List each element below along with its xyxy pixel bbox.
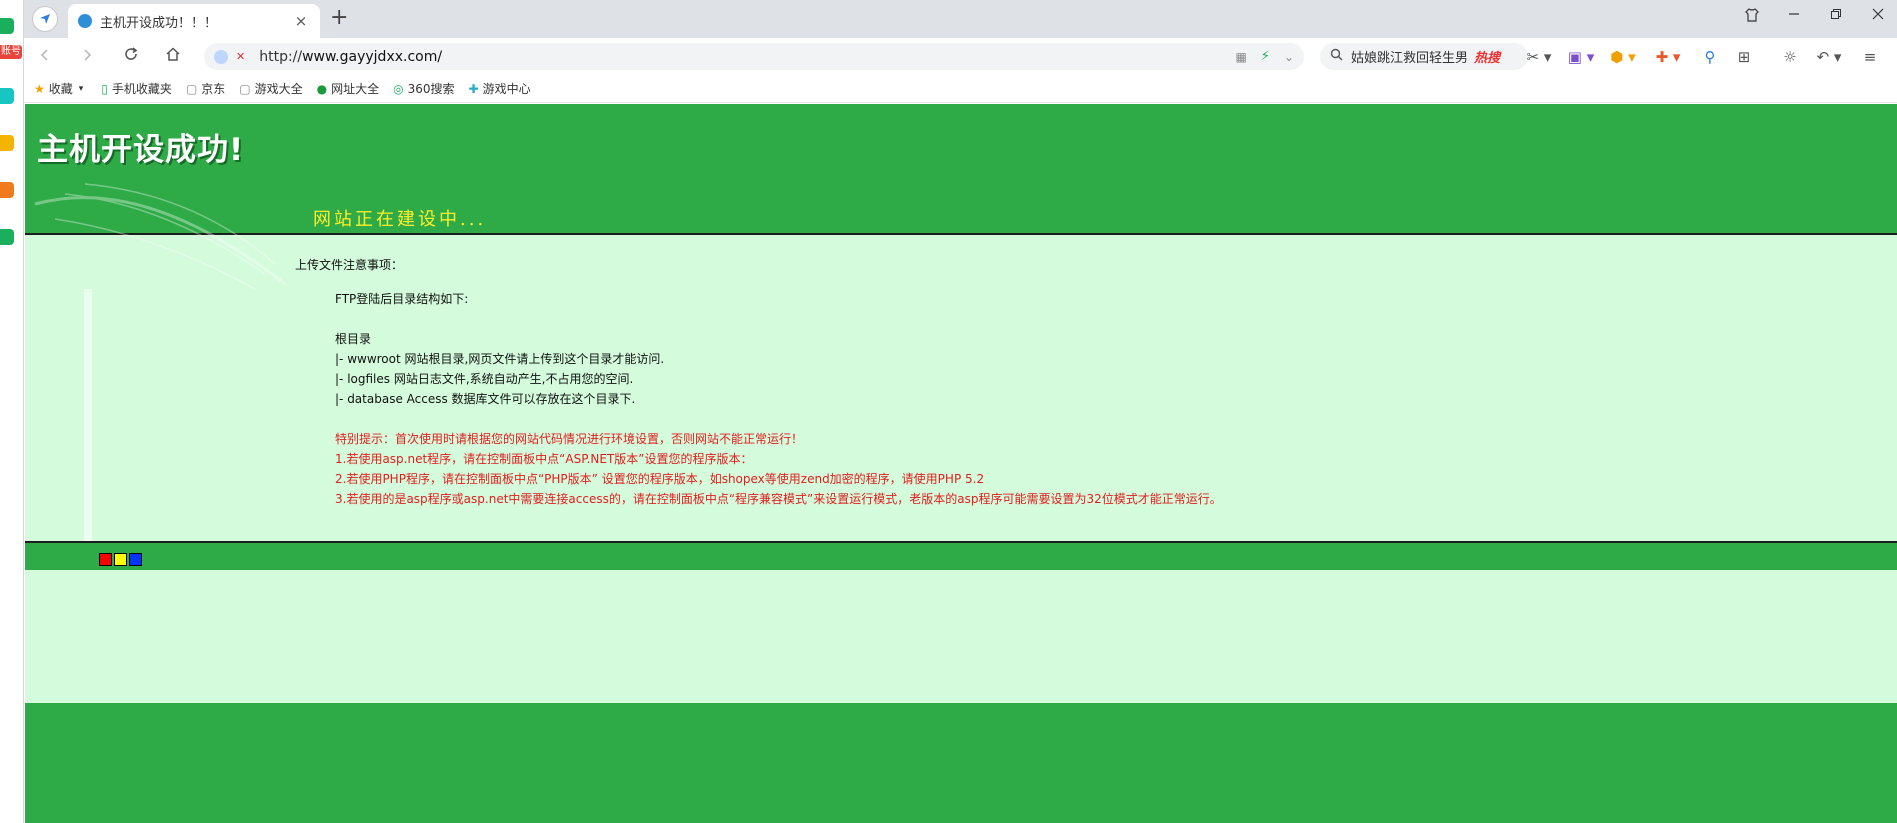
bookmark-label: 游戏大全 — [254, 82, 303, 96]
bookmarks-bar: ★ 收藏 ▾ ▯ 手机收藏夹 ▢ 京东 ▢ 游戏大全 ● 网址大全 ◎ 360搜… — [24, 75, 1897, 103]
search-input[interactable]: 姑娘跳江救回轻生男 热搜 — [1320, 43, 1528, 70]
globe-icon: ● — [316, 81, 328, 96]
yellow-square — [114, 553, 127, 566]
ftp-intro: FTP登陆后目录结构如下: — [335, 292, 469, 306]
favorites-star-icon[interactable] — [0, 135, 14, 151]
apps-grid-icon[interactable]: ⊞ — [1734, 46, 1754, 68]
restore-icon[interactable] — [1826, 8, 1846, 24]
plus-app-icon[interactable] — [0, 88, 14, 104]
game-icon[interactable]: ✚ ▾ — [1652, 46, 1684, 68]
bookmark-item[interactable]: ★ 收藏 ▾ — [34, 80, 87, 97]
qr-code-icon[interactable]: ▦ — [1235, 50, 1246, 64]
page-icon: ▢ — [185, 81, 198, 96]
bookmark-label: 网址大全 — [331, 82, 380, 96]
dir-line: |- logfiles 网站日志文件,系统自动产生,不占用您的空间. — [335, 372, 634, 386]
tip-line: 1.若使用asp.net程序，请在控制面板中点“ASP.NET版本”设置您的程序… — [335, 452, 753, 466]
navigation-icon[interactable] — [32, 6, 58, 32]
speed-mode-icon[interactable]: ⚡ — [1261, 49, 1270, 64]
search-query: 姑娘跳江救回轻生男 — [1351, 51, 1469, 66]
feather-decoration — [34, 183, 286, 290]
address-bar[interactable]: ✕ http://www.gayyjdxx.com/ ▦ ⚡ ⌄ — [204, 43, 1304, 70]
gamepad-icon: ✚ — [468, 81, 479, 96]
tip-line: 3.若使用的是asp程序或asp.net中需要连接access的，请在控制面板中… — [335, 492, 1222, 506]
forward-icon[interactable] — [76, 46, 98, 68]
tab-title: 主机开设成功！！！ — [100, 15, 218, 31]
notice-title: 上传文件注意事项： — [295, 258, 404, 272]
decorative-bar — [84, 289, 92, 570]
chevron-down-icon[interactable]: ⌄ — [1284, 50, 1294, 64]
search-360-icon: ◎ — [393, 81, 404, 96]
hot-search-badge: 热搜 — [1474, 51, 1501, 66]
browser-toolbar: ✕ http://www.gayyjdxx.com/ ▦ ⚡ ⌄ 姑娘跳江救回轻… — [24, 38, 1897, 75]
url-field[interactable]: http://www.gayyjdxx.com/ — [259, 49, 1221, 65]
bookmark-item[interactable]: ◎ 360搜索 — [393, 80, 454, 97]
reload-icon[interactable] — [120, 46, 142, 68]
tab-active[interactable]: 主机开设成功！！！ × — [68, 4, 320, 38]
bookmark-item[interactable]: ▯ 手机收藏夹 — [101, 80, 172, 97]
site-info-icon[interactable] — [214, 49, 228, 64]
sidebar-rail: 账号 — [0, 0, 24, 823]
shirt-skin-icon[interactable] — [1742, 8, 1762, 26]
page-footer — [25, 541, 1897, 570]
screenshot-cut-icon[interactable]: ✂ ▾ — [1524, 46, 1554, 68]
brightness-icon[interactable]: ☼ — [1780, 46, 1800, 68]
close-window-icon[interactable] — [1868, 8, 1888, 24]
menu-icon[interactable]: ≡ — [1860, 46, 1880, 68]
tip-line: 特别提示：首次使用时请根据您的网站代码情况进行环境设置，否则网站不能正常运行！ — [335, 432, 804, 446]
url-host: www.gayyjdxx.com/ — [302, 48, 443, 65]
tab-strip: 主机开设成功！！！ × + — [24, 0, 1897, 38]
dir-line: |- database Access 数据库文件可以存放在这个目录下. — [335, 392, 636, 406]
bookmark-label: 360搜索 — [407, 82, 455, 96]
translate-icon[interactable]: ▣ ▾ — [1566, 46, 1596, 68]
tab-close-icon[interactable]: × — [292, 12, 310, 30]
page-content: 主机开设成功! 网站正在建设中... 上传文件注意事项： FTP登陆后目录结构如… — [25, 104, 1897, 823]
bookmark-label: 手机收藏夹 — [111, 82, 172, 96]
mail-icon[interactable] — [0, 229, 14, 245]
blue-square — [129, 553, 142, 566]
page-header: 主机开设成功! 网站正在建设中... — [25, 104, 1897, 290]
magnifier-icon[interactable]: ⚲ — [1700, 46, 1720, 68]
bookmark-label: 收藏 — [48, 82, 73, 96]
insecure-icon: ✕ — [236, 50, 246, 63]
account-icon[interactable] — [0, 18, 14, 34]
page-icon: ▢ — [239, 81, 251, 96]
red-square — [99, 553, 112, 566]
home-icon[interactable] — [162, 46, 184, 68]
dir-line: |- wwwroot 网站根目录,网页文件请上传到这个目录才能访问. — [335, 352, 665, 366]
bookmark-label: 游戏中心 — [482, 82, 531, 96]
star-icon: ★ — [34, 81, 45, 96]
bookmark-item[interactable]: ✚ 游戏中心 — [469, 80, 531, 97]
weibo-icon[interactable] — [0, 182, 14, 198]
bookmark-item[interactable]: ▢ 京东 — [186, 80, 225, 97]
page-subtitle: 网站正在建设中... — [313, 209, 487, 230]
url-scheme: http:// — [259, 48, 303, 65]
minimize-icon[interactable] — [1784, 8, 1804, 24]
bottom-band — [25, 703, 1897, 823]
root-label: 根目录 — [335, 332, 372, 346]
site-favicon-icon — [78, 14, 92, 28]
undo-icon[interactable]: ↶ ▾ — [1814, 46, 1844, 68]
caret-down-icon[interactable]: ▾ — [79, 84, 84, 94]
tip-line: 2.若使用PHP程序，请在控制面板中点“PHP版本” 设置您的程序版本，如sho… — [335, 472, 985, 486]
bookmark-item[interactable]: ▢ 游戏大全 — [239, 80, 302, 97]
notice-body: FTP登陆后目录结构如下: 根目录 |- wwwroot 网站根目录,网页文件请… — [335, 289, 1222, 509]
bookmark-label: 京东 — [201, 82, 226, 96]
bookmark-item[interactable]: ● 网址大全 — [317, 80, 380, 97]
phone-icon: ▯ — [101, 81, 108, 96]
new-tab-icon[interactable]: + — [330, 6, 348, 30]
search-icon — [1330, 48, 1343, 65]
account-badge: 账号 — [0, 45, 22, 59]
page-title: 主机开设成功! — [37, 132, 245, 168]
notice-section: 上传文件注意事项： FTP登陆后目录结构如下: 根目录 |- wwwroot 网… — [295, 256, 1222, 509]
back-icon[interactable] — [34, 46, 56, 68]
shield-icon[interactable]: ⬢ ▾ — [1608, 46, 1638, 68]
